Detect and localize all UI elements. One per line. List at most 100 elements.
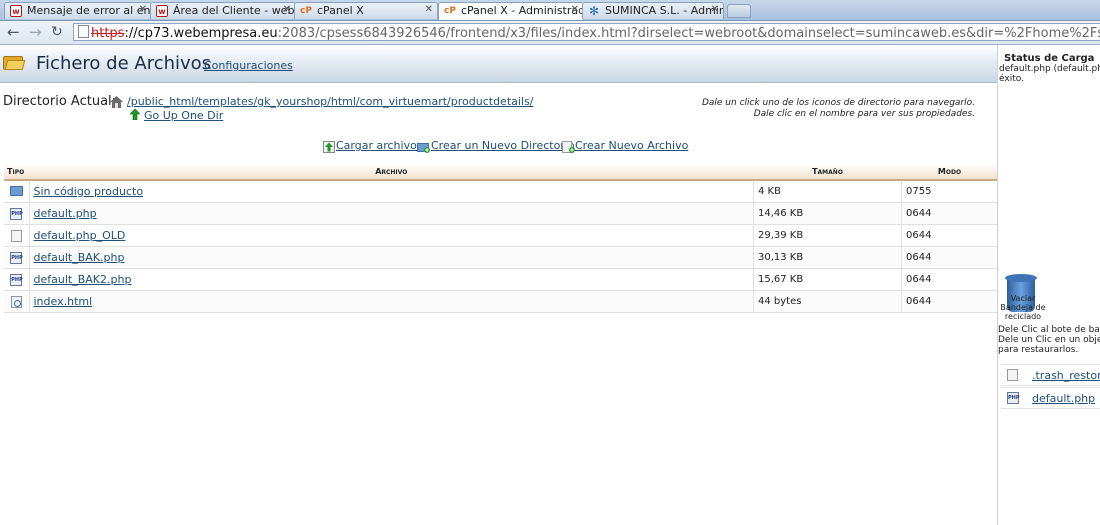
tab-title: Área del Cliente - webemp — [173, 4, 295, 17]
browser-tab-bar: w Mensaje de error al entrar ✕ w Área de… — [0, 0, 1100, 21]
table-row[interactable]: PHP default.php 14,46 KB 0644 — [4, 202, 998, 225]
tab-title: SUMINCA S.L. - Administ — [605, 4, 723, 17]
column-header-type: Tipo — [4, 163, 29, 181]
column-header-size[interactable]: Tamaño — [753, 163, 902, 181]
settings-link[interactable]: Configuraciones — [204, 59, 293, 72]
file-size: 29,39 KB — [753, 224, 902, 247]
upload-status-sidebar: Status de Carga default.php (default.php… — [997, 45, 1100, 525]
file-size: 44 bytes — [753, 290, 902, 313]
table-row[interactable]: default.php_OLD 29,39 KB 0644 — [4, 224, 998, 247]
file-name-link[interactable]: default_BAK2.php — [34, 273, 132, 286]
trash-text-line: Dele un Clic en un objet — [998, 335, 1100, 345]
trash-instructions: Dele Clic al bote de bas Dele un Clic en… — [998, 325, 1100, 355]
url-host: ://cp73.webempresa.eu — [124, 26, 278, 41]
trash-label-line: Bandeja de — [1000, 303, 1046, 312]
file-name-link[interactable]: Sin código producto — [34, 185, 144, 198]
navigation-hint: Dale un click uno de los iconos de direc… — [640, 98, 975, 120]
trash-label-line: reciclado — [1004, 312, 1042, 321]
go-up-dir-link[interactable]: Go Up One Dir — [144, 109, 223, 122]
close-icon[interactable]: ✕ — [571, 4, 579, 15]
status-line: default.php (default.php — [999, 64, 1100, 74]
close-icon[interactable]: ✕ — [139, 4, 147, 15]
php-file-icon[interactable]: PHP — [10, 251, 23, 264]
back-arrow-icon[interactable]: ← — [7, 23, 20, 41]
html-file-icon[interactable] — [10, 295, 22, 308]
up-arrow-icon[interactable] — [130, 109, 140, 120]
file-mode: 0644 — [901, 290, 998, 313]
page-title: Fichero de Archivos — [36, 53, 212, 74]
folder-icon[interactable] — [9, 186, 23, 196]
new-tab-button[interactable] — [727, 4, 751, 18]
file-name-link[interactable]: default_BAK.php — [34, 251, 125, 264]
table-header-row: Tipo Archivo Tamaño Modo — [4, 163, 998, 181]
page-icon — [78, 25, 89, 38]
file-name-link[interactable]: default.php — [34, 207, 97, 220]
trash-item[interactable]: PHP default.php — [1001, 387, 1100, 409]
close-icon[interactable]: ✕ — [711, 4, 719, 15]
file-size: 4 KB — [753, 180, 902, 203]
upload-files-link[interactable]: Cargar archivos — [336, 139, 423, 152]
reload-icon[interactable]: ↻ — [51, 23, 63, 41]
tab-title: Mensaje de error al entrar — [27, 4, 151, 17]
webempresa-icon: w — [10, 5, 22, 17]
upload-status-message: default.php (default.php éxito. — [999, 64, 1100, 84]
tab-title: cPanel X - Administrador — [461, 4, 584, 17]
url-scheme: https — [91, 26, 125, 41]
close-icon[interactable]: ✕ — [425, 4, 433, 15]
empty-trash-label[interactable]: Vaciar Bandeja de reciclado — [999, 294, 1047, 321]
trash-item[interactable]: .trash_restore — [1001, 364, 1100, 386]
browser-tab-1[interactable]: w Mensaje de error al entrar ✕ — [4, 2, 152, 19]
create-file-link[interactable]: Crear Nuevo Archivo — [575, 139, 688, 152]
file-size: 14,46 KB — [753, 202, 902, 225]
file-table: Tipo Archivo Tamaño Modo Sin código prod… — [4, 163, 998, 313]
file-mode: 0644 — [901, 202, 998, 225]
file-mode: 0644 — [901, 224, 998, 247]
trash-text-line: para restaurarlos. — [998, 345, 1079, 355]
trash-text-line: Dele Clic al bote de bas — [998, 325, 1100, 335]
text-file-icon — [1007, 369, 1018, 381]
table-row[interactable]: PHP default_BAK2.php 15,67 KB 0644 — [4, 268, 998, 291]
text-file-icon[interactable] — [10, 229, 22, 242]
status-line: éxito. — [999, 74, 1024, 84]
trash-item-link[interactable]: default.php — [1032, 392, 1095, 405]
table-row[interactable]: PHP default_BAK.php 30,13 KB 0644 — [4, 246, 998, 269]
forward-arrow-icon[interactable]: → — [29, 23, 42, 41]
joomla-icon: ✻ — [588, 4, 600, 18]
browser-tab-3[interactable]: cP cPanel X ✕ — [294, 2, 438, 19]
upload-icon[interactable] — [323, 141, 335, 153]
cpanel-icon: cP — [300, 6, 312, 16]
upload-status-title: Status de Carga — [1004, 53, 1095, 64]
hint-line: Dale un click uno de los iconos de direc… — [701, 98, 975, 108]
php-file-icon[interactable]: PHP — [10, 207, 23, 220]
new-folder-icon[interactable] — [417, 141, 430, 153]
webempresa-icon: w — [156, 5, 168, 17]
file-name-link[interactable]: index.html — [34, 295, 93, 308]
address-bar[interactable]: https://cp73.webempresa.eu:2083/cpsess68… — [73, 23, 1100, 41]
browser-tab-2[interactable]: w Área del Cliente - webemp ✕ — [150, 2, 296, 19]
new-file-icon[interactable] — [562, 141, 575, 153]
php-file-icon[interactable]: PHP — [10, 273, 23, 286]
tab-title: cPanel X — [317, 4, 364, 17]
trash-label-line: Vaciar — [1010, 294, 1036, 303]
browser-nav-bar: ← → ↻ https://cp73.webempresa.eu:2083/cp… — [0, 21, 1100, 45]
create-directory-link[interactable]: Crear un Nuevo Directorio — [431, 139, 575, 152]
table-row[interactable]: index.html 44 bytes 0644 — [4, 290, 998, 313]
file-name-link[interactable]: default.php_OLD — [34, 229, 126, 242]
file-manager-icon — [3, 54, 26, 70]
column-header-file[interactable]: Archivo — [29, 163, 754, 181]
url-path: :2083/cpsess6843926546/frontend/x3/files… — [277, 26, 1100, 41]
file-mode: 0644 — [901, 246, 998, 269]
trash-item-link[interactable]: .trash_restore — [1032, 369, 1100, 382]
file-mode: 0644 — [901, 268, 998, 291]
php-file-icon: PHP — [1007, 392, 1020, 404]
table-row[interactable]: Sin código producto 4 KB 0755 — [4, 180, 998, 203]
file-mode: 0755 — [901, 180, 998, 203]
browser-tab-5[interactable]: ✻ SUMINCA S.L. - Administ ✕ — [582, 2, 724, 19]
home-icon[interactable] — [110, 96, 123, 108]
close-icon[interactable]: ✕ — [283, 4, 291, 15]
column-header-mode[interactable]: Modo — [901, 163, 998, 181]
current-directory-path[interactable]: /public_html/templates/gk_yourshop/html/… — [127, 95, 533, 108]
current-directory-label: Directorio Actual: — [3, 94, 117, 109]
cpanel-icon: cP — [444, 6, 456, 16]
browser-tab-4[interactable]: cP cPanel X - Administrador ✕ — [438, 2, 584, 20]
